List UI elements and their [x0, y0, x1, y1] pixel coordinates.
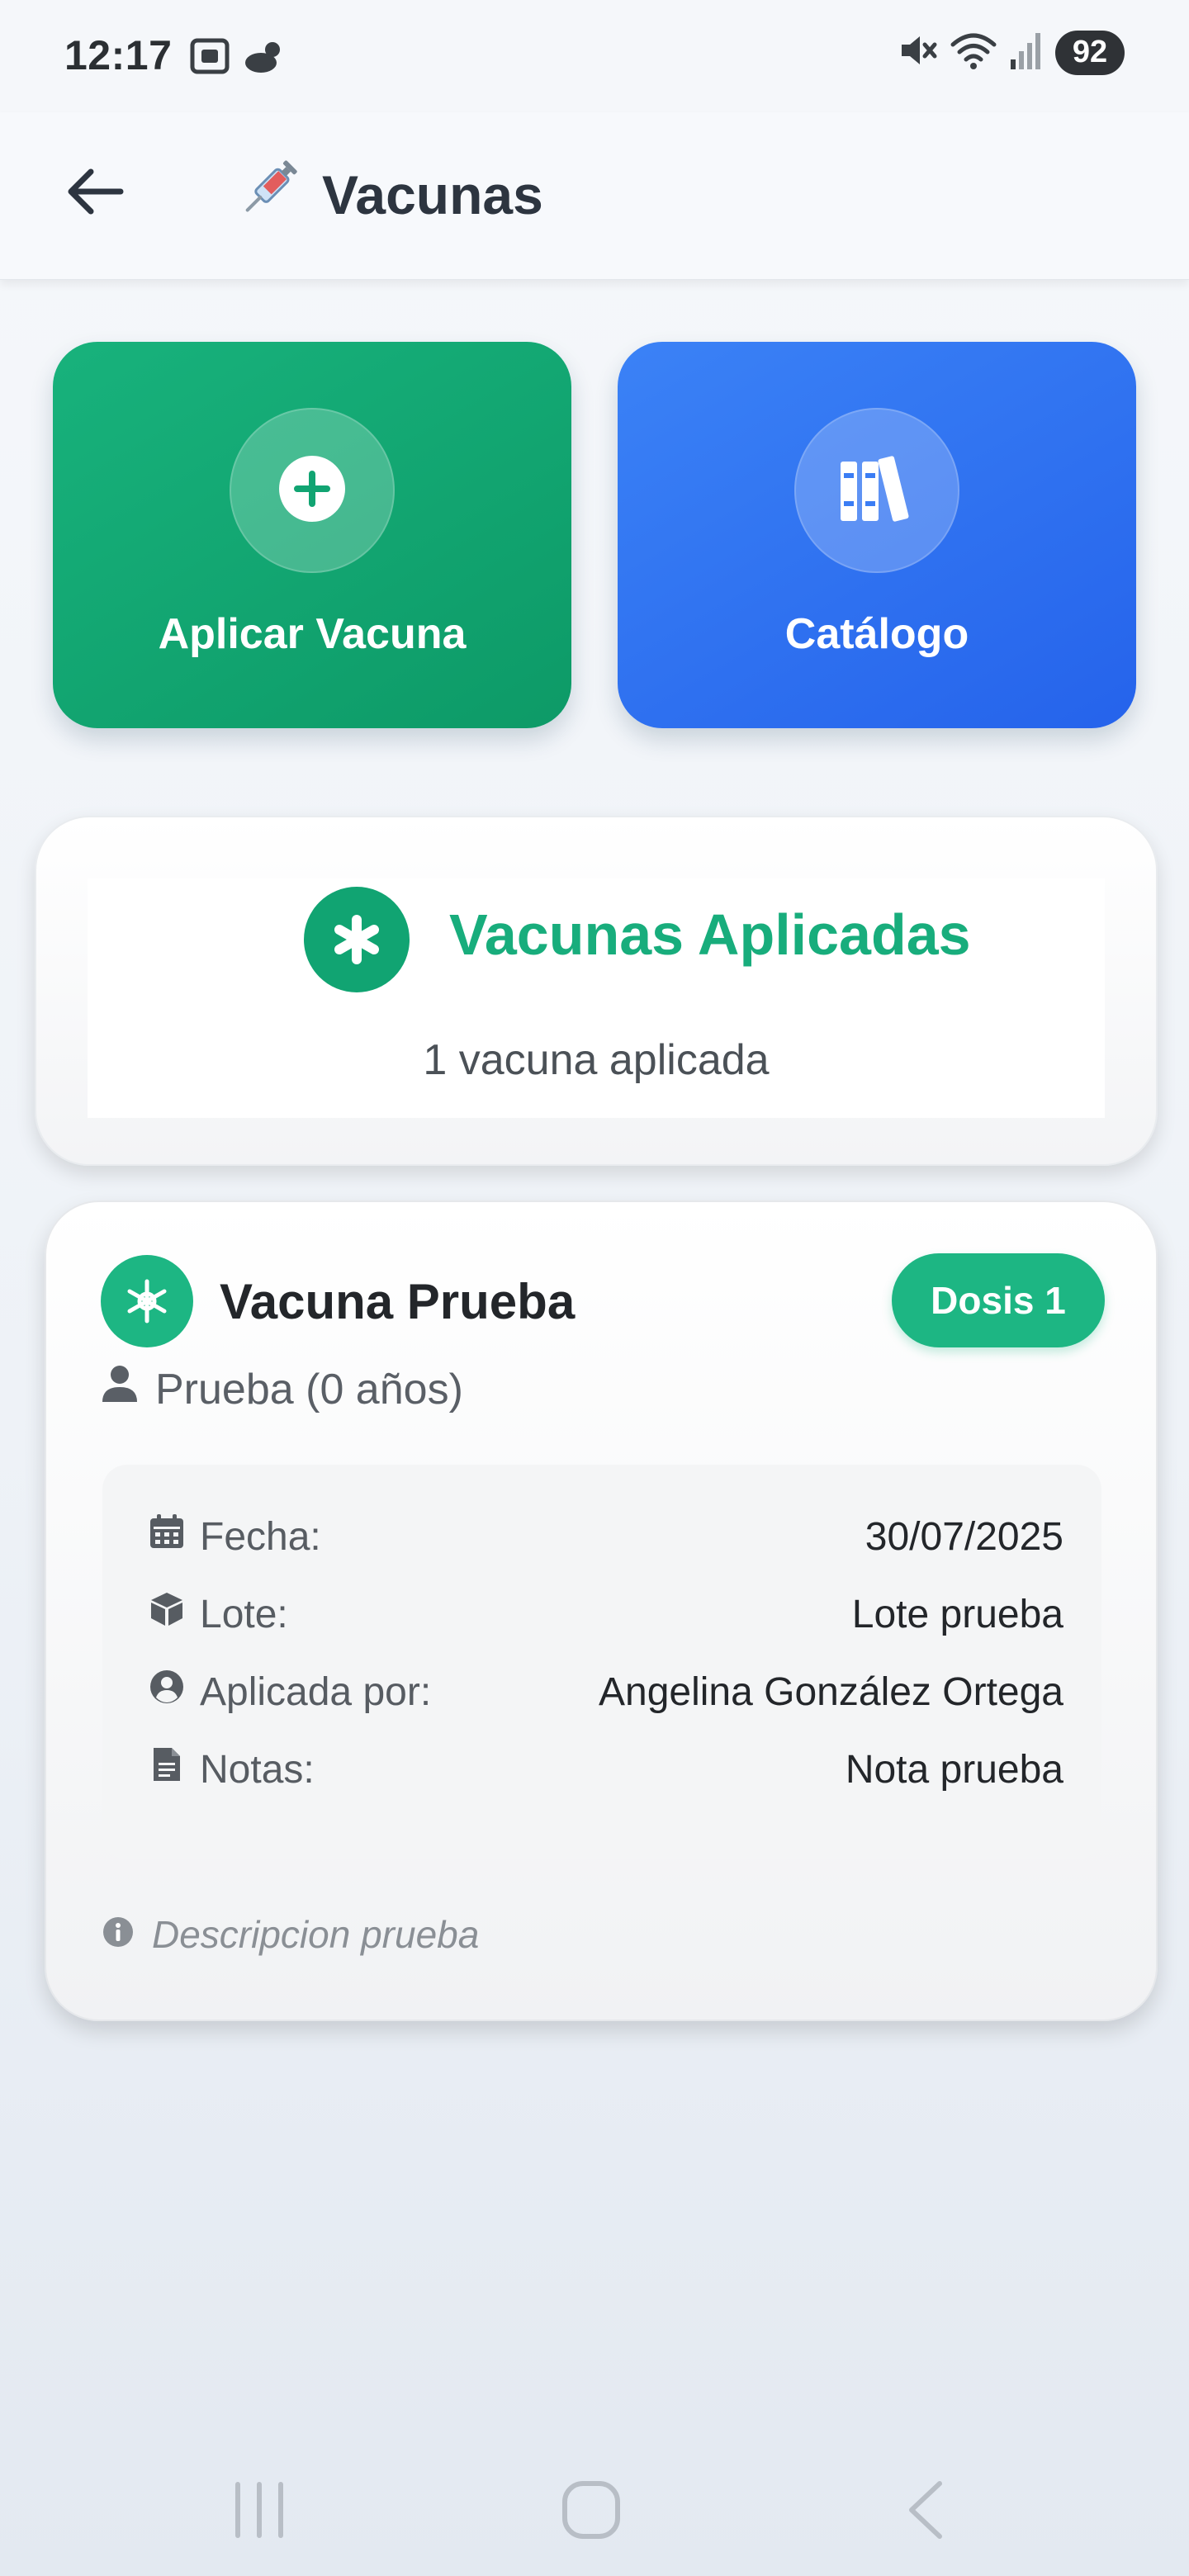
status-icons-right: 92: [897, 30, 1125, 75]
wifi-icon: [950, 30, 997, 75]
description-text: Descripcion prueba: [152, 1913, 480, 1956]
box-icon: [149, 1591, 185, 1637]
user-circle-icon: [149, 1669, 185, 1715]
star-of-life-icon: [101, 1255, 193, 1347]
detail-value-notes: Nota prueba: [845, 1747, 1063, 1792]
detail-row-applied-by: Aplicada por: Angelina González Ortega: [149, 1663, 1063, 1721]
detail-label: Lote:: [200, 1592, 288, 1636]
page-title: Vacunas: [236, 154, 543, 236]
detail-value-date: 30/07/2025: [865, 1514, 1063, 1559]
summary-count: 1 vacuna aplicada: [423, 1036, 770, 1084]
detail-label: Aplicada por:: [200, 1669, 432, 1714]
recent-apps-button[interactable]: [210, 2470, 309, 2553]
apply-vaccine-icon-wrap: [230, 408, 395, 573]
screenshot-icon: [188, 36, 231, 80]
detail-key-lot: Lote:: [149, 1591, 288, 1637]
user-icon: [101, 1364, 139, 1414]
file-icon: [149, 1746, 185, 1792]
back-button[interactable]: [54, 154, 134, 233]
arrow-left-icon: [63, 165, 126, 222]
vaccine-card[interactable]: Vacuna Prueba Dosis 1 Prueba (0 años) Fe…: [45, 1200, 1158, 2021]
dose-badge: Dosis 1: [892, 1253, 1105, 1347]
catalog-button[interactable]: Catálogo: [618, 342, 1136, 728]
nav-back-button[interactable]: [875, 2470, 974, 2553]
detail-label: Notas:: [200, 1747, 315, 1792]
catalog-icon-wrap: [794, 408, 959, 573]
details-box: Fecha: 30/07/2025 Lote: Lote prueba Apli…: [102, 1465, 1101, 1859]
patient-row: Prueba (0 años): [101, 1364, 463, 1414]
system-nav-bar: [0, 2447, 1189, 2576]
syringe-icon: [236, 154, 306, 236]
detail-row-date: Fecha: 30/07/2025: [149, 1508, 1063, 1565]
detail-row-notes: Notas: Nota prueba: [149, 1740, 1063, 1798]
asterisk-icon: [304, 887, 410, 992]
back-icon: [900, 2479, 950, 2545]
home-button[interactable]: [542, 2470, 641, 2553]
signal-icon: [1009, 30, 1044, 75]
calendar-icon: [149, 1513, 185, 1560]
mute-icon: [897, 30, 938, 75]
summary-card: Vacunas Aplicadas 1 vacuna aplicada: [35, 816, 1158, 1166]
detail-key-date: Fecha:: [149, 1513, 321, 1560]
home-icon: [560, 2479, 623, 2545]
plus-circle-icon: [277, 454, 347, 528]
apply-vaccine-button[interactable]: Aplicar Vacuna: [53, 342, 571, 728]
catalog-label: Catálogo: [784, 610, 969, 658]
detail-label: Fecha:: [200, 1514, 321, 1559]
weather-icon: [243, 36, 289, 80]
app-title-text: Vacunas: [322, 164, 543, 225]
info-icon: [102, 1912, 134, 1957]
detail-value-lot: Lote prueba: [851, 1592, 1063, 1636]
status-bar: 12:17 92: [0, 0, 1189, 112]
apply-vaccine-label: Aplicar Vacuna: [158, 610, 467, 658]
summary-title: Vacunas Aplicadas: [449, 902, 971, 967]
status-icons-left: [188, 36, 289, 80]
detail-key-notes: Notas:: [149, 1746, 315, 1792]
recent-apps-icon: [230, 2479, 288, 2545]
summary-inner: Vacunas Aplicadas 1 vacuna aplicada: [88, 878, 1105, 1118]
battery-icon: 92: [1055, 30, 1125, 75]
detail-row-lot: Lote: Lote prueba: [149, 1585, 1063, 1643]
detail-key-applied-by: Aplicada por:: [149, 1669, 431, 1715]
patient-text: Prueba (0 años): [155, 1365, 463, 1413]
status-time: 12:17: [64, 32, 173, 78]
app-bar: Vacunas: [0, 112, 1189, 280]
books-icon: [837, 453, 917, 528]
vaccine-name: Vacuna Prueba: [220, 1274, 576, 1329]
description-row: Descripcion prueba: [102, 1912, 479, 1957]
detail-value-applied-by: Angelina González Ortega: [598, 1669, 1063, 1714]
